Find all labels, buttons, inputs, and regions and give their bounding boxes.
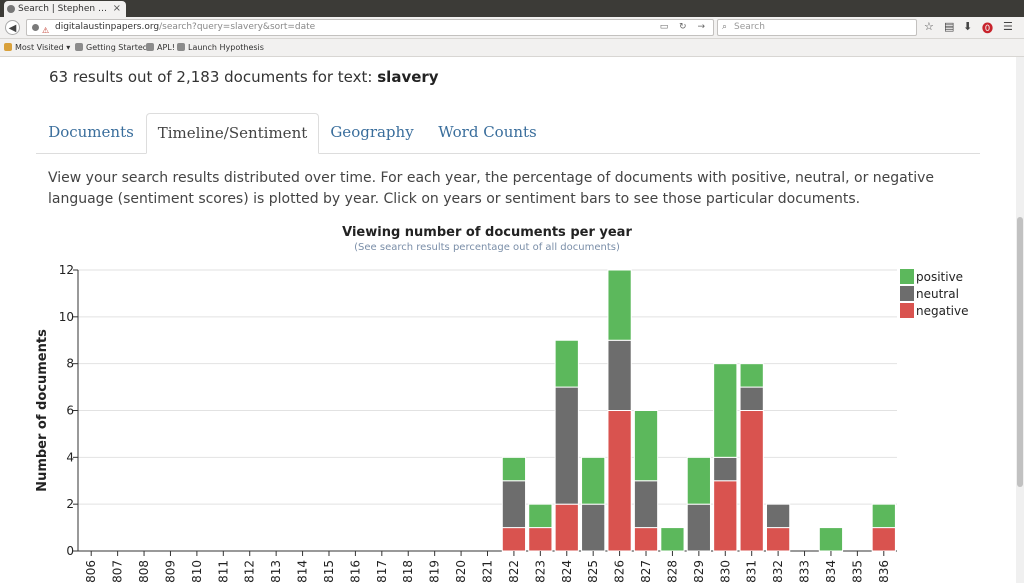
- x-tick-label-1817[interactable]: 1817: [375, 560, 389, 583]
- x-tick-label-1822[interactable]: 1822: [507, 560, 521, 583]
- x-tick-label-1808[interactable]: 1808: [137, 560, 151, 583]
- x-tick-label-1836[interactable]: 1836: [877, 560, 891, 583]
- x-tick-label-1823[interactable]: 1823: [533, 560, 547, 583]
- bar-positive-1830[interactable]: [713, 363, 738, 458]
- x-tick-label-1812[interactable]: 1812: [243, 560, 257, 583]
- x-tick-label-1831[interactable]: 1831: [745, 560, 759, 583]
- x-tick-label-1833[interactable]: 1833: [798, 560, 812, 583]
- bar-negative-1831[interactable]: [739, 410, 764, 552]
- y-axis-label: Number of documents: [35, 329, 50, 492]
- stacked-bar-chart: 0 2 4 6 8 10 12 Number of documents 1806 1807 1808…: [35, 263, 968, 583]
- bar-negative-1822[interactable]: [501, 527, 527, 552]
- x-tick-label-1832[interactable]: 1832: [771, 560, 785, 583]
- x-tick-label-1807[interactable]: 1807: [111, 560, 125, 583]
- legend-swatch-negative: [900, 303, 914, 318]
- bar-negative-1836[interactable]: [871, 527, 896, 552]
- bar-negative-1823[interactable]: [528, 527, 553, 552]
- bar-positive-1826[interactable]: [607, 269, 632, 341]
- bar-negative-1826[interactable]: [607, 410, 632, 552]
- bar-negative-1830[interactable]: [713, 480, 738, 552]
- y-tick-label: 6: [66, 404, 74, 418]
- bar-neutral-1822[interactable]: [501, 480, 527, 529]
- bar-positive-1823[interactable]: [528, 503, 553, 529]
- x-tick-label-1816[interactable]: 1816: [348, 560, 362, 583]
- bar-positive-1824[interactable]: [554, 339, 579, 388]
- legend-swatch-positive: [900, 269, 914, 284]
- legend-label-negative: negative: [916, 304, 968, 318]
- y-tick-label: 10: [59, 310, 74, 324]
- x-tick-label-1811[interactable]: 1811: [216, 560, 230, 583]
- x-tick-label-1809[interactable]: 1809: [163, 560, 177, 583]
- bar-positive-1828[interactable]: [660, 527, 685, 552]
- bar-positive-1827[interactable]: [633, 410, 659, 482]
- x-tick-label-1815[interactable]: 1815: [322, 560, 336, 583]
- bar-positive-1829[interactable]: [686, 456, 711, 505]
- x-tick-label-1828[interactable]: 1828: [665, 560, 679, 583]
- bar-negative-1827[interactable]: [633, 527, 659, 552]
- bar-neutral-1829[interactable]: [686, 503, 711, 552]
- bar-neutral-1832[interactable]: [765, 503, 791, 529]
- legend-label-neutral: neutral: [916, 287, 959, 301]
- bar-neutral-1831[interactable]: [739, 386, 764, 412]
- x-tick-label-1829[interactable]: 1829: [692, 560, 706, 583]
- bar-positive-1834[interactable]: [818, 527, 844, 552]
- x-tick-label-1810[interactable]: 1810: [190, 560, 204, 583]
- x-tick-label-1830[interactable]: 1830: [718, 560, 732, 583]
- bar-positive-1836[interactable]: [871, 503, 896, 529]
- x-tick-label-1834[interactable]: 1834: [824, 560, 838, 583]
- bar-positive-1831[interactable]: [739, 363, 764, 388]
- bar-neutral-1825[interactable]: [581, 503, 606, 552]
- x-tick-label-1821[interactable]: 1821: [481, 560, 495, 583]
- bar-positive-1825[interactable]: [581, 456, 606, 505]
- y-tick-label: 8: [66, 357, 74, 371]
- bar-neutral-1830[interactable]: [713, 456, 738, 482]
- x-tick-label-1826[interactable]: 1826: [613, 560, 627, 583]
- x-tick-label-1806[interactable]: 1806: [84, 560, 98, 583]
- y-tick-label: 0: [66, 544, 74, 558]
- x-tick-label-1818[interactable]: 1818: [401, 560, 415, 583]
- y-tick-label: 2: [66, 497, 74, 511]
- x-tick-label-1825[interactable]: 1825: [586, 560, 600, 583]
- bar-neutral-1827[interactable]: [633, 480, 659, 529]
- x-tick-label-1835[interactable]: 1835: [850, 560, 864, 583]
- x-tick-label-1824[interactable]: 1824: [560, 560, 574, 583]
- x-tick-label-1827[interactable]: 1827: [639, 560, 653, 583]
- y-tick-label: 4: [66, 450, 74, 464]
- bar-positive-1822[interactable]: [501, 456, 527, 482]
- bar-neutral-1824[interactable]: [554, 386, 579, 505]
- bar-neutral-1826[interactable]: [607, 339, 632, 411]
- legend-swatch-neutral: [900, 286, 914, 301]
- legend-label-positive: positive: [916, 270, 963, 284]
- bar-negative-1824[interactable]: [554, 503, 579, 552]
- bar-negative-1832[interactable]: [765, 527, 791, 552]
- x-tick-label-1820[interactable]: 1820: [454, 560, 468, 583]
- x-tick-label-1813[interactable]: 1813: [269, 560, 283, 583]
- x-tick-label-1814[interactable]: 1814: [296, 560, 310, 583]
- y-tick-label: 12: [59, 263, 74, 277]
- x-tick-label-1819[interactable]: 1819: [428, 560, 442, 583]
